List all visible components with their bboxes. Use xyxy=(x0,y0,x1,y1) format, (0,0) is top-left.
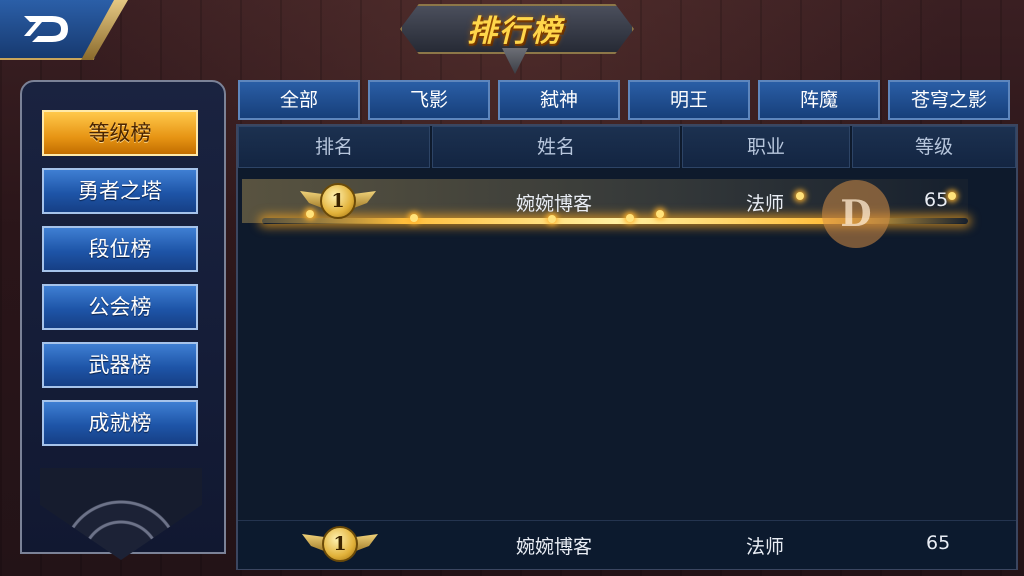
sidebar-item-brave-tower[interactable]: 勇者之塔 xyxy=(42,168,198,214)
sidebar-item-achievement-rank[interactable]: 成就榜 xyxy=(42,400,198,446)
self-rank-number: 1 xyxy=(322,526,358,562)
player-class: 法师 xyxy=(746,193,785,215)
watermark-logo: D xyxy=(822,180,890,248)
sparkle xyxy=(656,210,664,218)
column-header-class: 职业 xyxy=(682,126,850,168)
title-banner: 排行榜 xyxy=(380,0,650,76)
sparkle xyxy=(410,214,418,222)
self-player-class: 法师 xyxy=(746,536,785,558)
rank-medal: 1 xyxy=(300,183,376,221)
sidebar-item-guild-rank[interactable]: 公会榜 xyxy=(42,284,198,330)
tab-feiying[interactable]: 飞影 xyxy=(368,80,490,120)
page-title: 排行榜 xyxy=(467,14,563,49)
rank-number: 1 xyxy=(320,183,356,219)
tab-zhenmo[interactable]: 阵魔 xyxy=(758,80,880,120)
column-header-rank: 排名 xyxy=(238,126,430,168)
column-header-level: 等级 xyxy=(852,126,1016,168)
tab-shishen[interactable]: 弑神 xyxy=(498,80,620,120)
sidebar-item-weapon-rank[interactable]: 武器榜 xyxy=(42,342,198,388)
sparkle xyxy=(948,192,956,200)
tab-all[interactable]: 全部 xyxy=(238,80,360,120)
sparkle xyxy=(626,214,634,222)
sparkle xyxy=(796,192,804,200)
column-header-name: 姓名 xyxy=(432,126,680,168)
sidebar-item-tier-rank[interactable]: 段位榜 xyxy=(42,226,198,272)
title-ornament xyxy=(502,48,528,74)
self-rank-medal: 1 xyxy=(302,526,378,564)
self-player-name: 婉婉博客 xyxy=(516,536,593,558)
player-name: 婉婉博客 xyxy=(516,193,593,215)
player-level: 65 xyxy=(924,189,949,211)
sidebar: 等级榜 勇者之塔 段位榜 公会榜 武器榜 成就榜 xyxy=(20,80,226,560)
tab-mingwang[interactable]: 明王 xyxy=(628,80,750,120)
back-d-logo-icon xyxy=(24,16,68,42)
sidebar-item-level-rank[interactable]: 等级榜 xyxy=(42,110,198,156)
sparkle xyxy=(548,215,556,223)
tab-cangqiong[interactable]: 苍穹之影 xyxy=(888,80,1010,120)
self-player-level: 65 xyxy=(926,532,951,554)
